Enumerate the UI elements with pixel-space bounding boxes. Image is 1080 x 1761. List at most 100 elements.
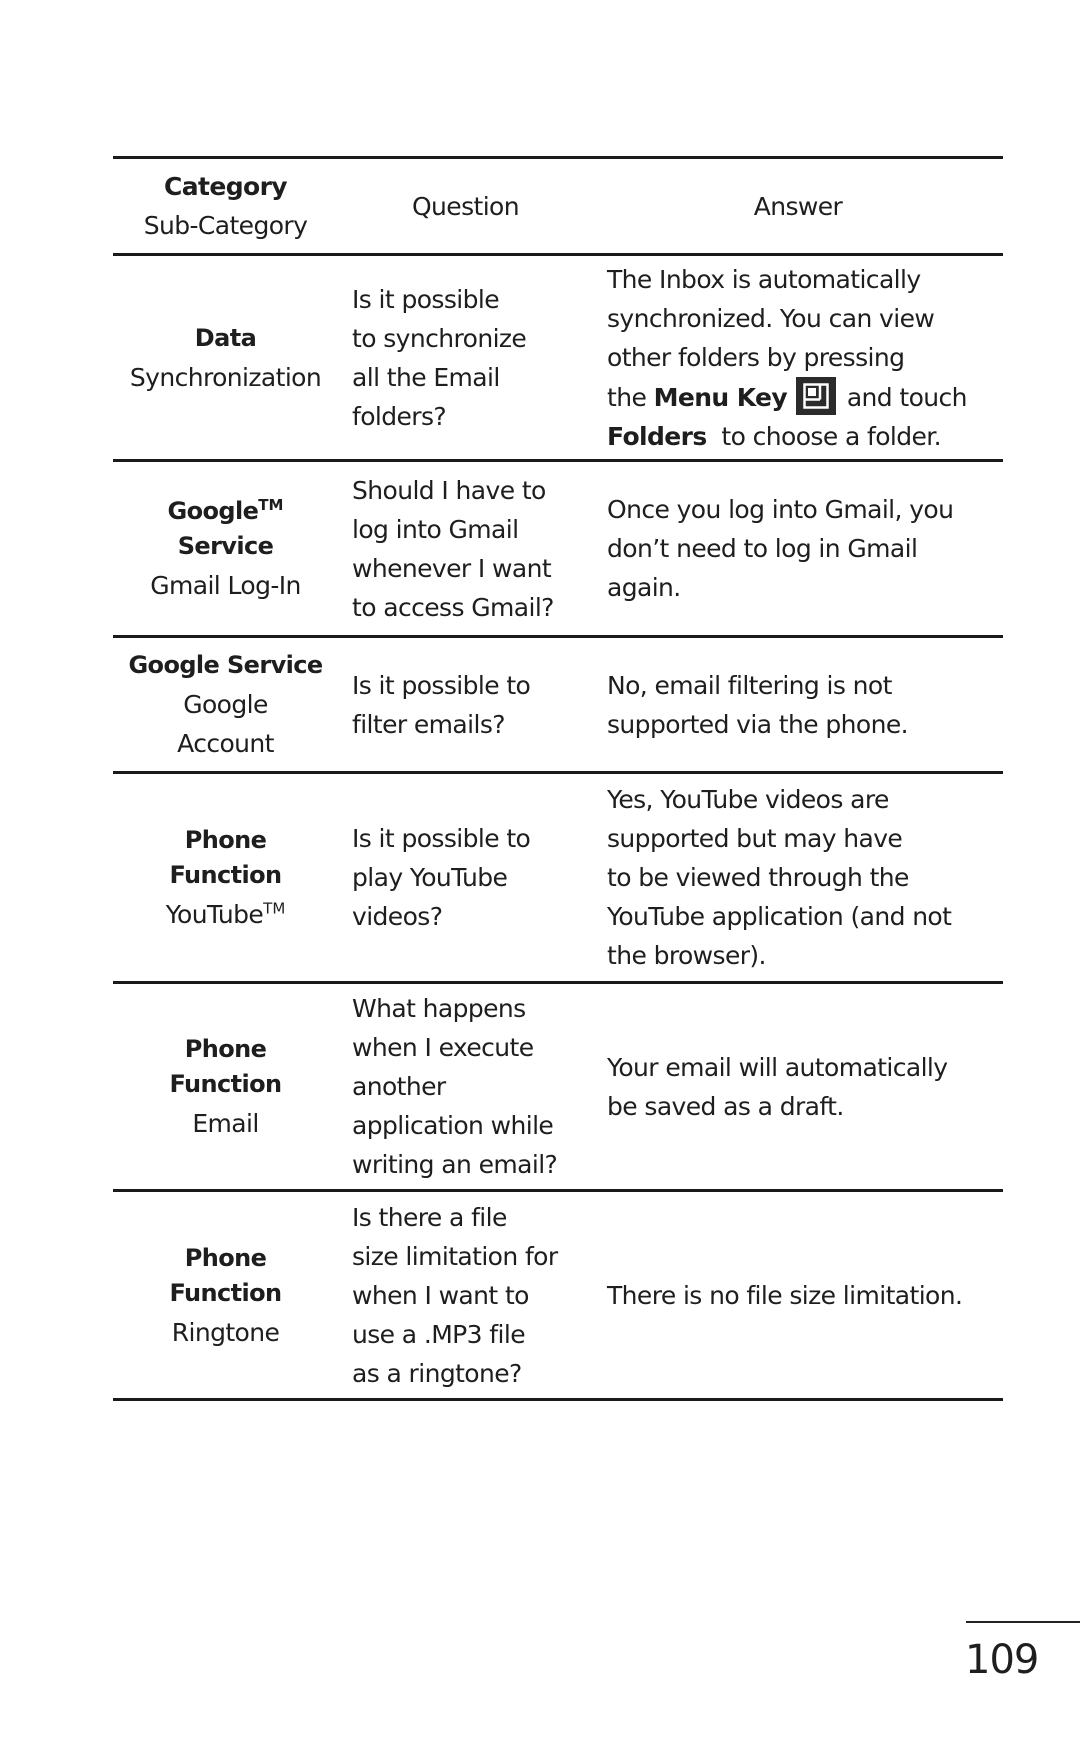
- answer-line: There is no file size limitation.: [607, 1280, 963, 1310]
- sub-category: YouTubeTM: [113, 895, 338, 934]
- question-line: Is it possible to: [352, 670, 531, 700]
- answer-line: don’t need to log in Gmail: [607, 534, 918, 563]
- header-question: Question: [411, 191, 520, 221]
- answer-line: Yes, YouTube videos are: [607, 785, 889, 814]
- question-line: as a ringtone?: [352, 1358, 522, 1388]
- category-cell: Phone Function Email: [113, 983, 338, 1191]
- question-line: use a .MP3 file: [352, 1319, 526, 1349]
- answer-line: No, email filtering is not: [607, 670, 892, 700]
- header-answer: Answer: [753, 191, 843, 221]
- question-line: writing an email?: [352, 1150, 558, 1179]
- question-line: Is it possible: [352, 284, 500, 314]
- answer-cell: Your email will automatically be saved a…: [593, 983, 1003, 1191]
- header-sub-category: Sub-Category: [143, 211, 308, 240]
- answer-text: the: [607, 382, 654, 412]
- header-category-cell: Category Sub-Category: [113, 158, 338, 255]
- answer-text: and touch: [839, 382, 968, 412]
- answer-line: Your email will automatically: [607, 1052, 948, 1082]
- table-row: Phone Function Email What happens when I…: [113, 983, 1003, 1191]
- category: Data: [194, 323, 257, 352]
- answer-line-folders: Folders to choose a folder.: [607, 417, 1003, 456]
- answer-line: other folders by pressing: [607, 342, 905, 372]
- question-cell: Should I have to log into Gmail whenever…: [338, 461, 593, 637]
- answer-line: YouTube application (and not: [607, 902, 952, 931]
- page-number: 109: [965, 1637, 1039, 1683]
- category-line2: Function: [169, 1278, 282, 1307]
- answer-line: synchronized. You can view: [607, 303, 935, 333]
- question-line: log into Gmail: [352, 514, 519, 544]
- category: Phone: [184, 1035, 267, 1063]
- sub-category-text: YouTube: [165, 900, 264, 929]
- answer-text: to choose a folder.: [706, 421, 942, 451]
- table-row: Phone Function Ringtone Is there a file …: [113, 1191, 1003, 1400]
- sub-category: Email: [192, 1109, 259, 1138]
- question-line: Should I have to: [352, 475, 546, 505]
- page-number-rule: [966, 1621, 1080, 1623]
- question-line: Is there a file: [352, 1202, 507, 1232]
- category-cell: GoogleTM Service Gmail Log-In: [113, 461, 338, 637]
- trademark-mark: TM: [263, 899, 286, 918]
- answer-cell: There is no file size limitation.: [593, 1191, 1003, 1400]
- question-line: size limitation for: [352, 1241, 558, 1271]
- answer-line: supported via the phone.: [607, 709, 909, 739]
- sub-category: Gmail Log-In: [150, 571, 301, 600]
- table-row: Google Service Google Account Is it poss…: [113, 637, 1003, 773]
- faq-table: Category Sub-Category Question Answer Da…: [113, 156, 1003, 1401]
- answer-line: the browser).: [607, 941, 767, 970]
- answer-line: The Inbox is automatically: [607, 264, 921, 294]
- category: Google Service: [128, 651, 323, 679]
- answer-line: be saved as a draft.: [607, 1091, 844, 1121]
- question-line: Is it possible to: [352, 824, 531, 853]
- question-line: to access Gmail?: [352, 592, 554, 622]
- sub-category: Account: [177, 729, 274, 758]
- question-cell: Is it possible to synchronize all the Em…: [338, 255, 593, 461]
- answer-line: to be viewed through the: [607, 863, 909, 892]
- question-line: all the Email: [352, 362, 500, 392]
- answer-line: supported but may have: [607, 824, 903, 853]
- question-line: to synchronize: [352, 323, 527, 353]
- answer-line: again.: [607, 573, 681, 602]
- answer-cell: Once you log into Gmail, you don’t need …: [593, 461, 1003, 637]
- category-cell: Data Synchronization: [113, 255, 338, 461]
- table-row: Phone Function YouTubeTM Is it possible …: [113, 773, 1003, 983]
- question-cell: Is it possible to play YouTube videos?: [338, 773, 593, 983]
- question-line: filter emails?: [352, 709, 506, 739]
- sub-category: Google: [183, 690, 268, 719]
- sub-category: Synchronization: [129, 362, 322, 392]
- category-line2: Function: [169, 861, 282, 889]
- menu-key-icon: [796, 376, 837, 415]
- question-line: folders?: [352, 401, 447, 431]
- question-cell: What happens when I execute another appl…: [338, 983, 593, 1191]
- category-line2: Function: [169, 1070, 282, 1098]
- question-line: What happens: [352, 994, 526, 1023]
- question-line: application while: [352, 1111, 554, 1140]
- answer-line: Once you log into Gmail, you: [607, 495, 954, 524]
- question-line: another: [352, 1072, 446, 1101]
- table-row: GoogleTM Service Gmail Log-In Should I h…: [113, 461, 1003, 637]
- answer-cell: The Inbox is automatically synchronized.…: [593, 255, 1003, 461]
- question-line: play YouTube: [352, 863, 508, 892]
- header-category: Category: [163, 172, 288, 201]
- table-row: Data Synchronization Is it possible to s…: [113, 255, 1003, 461]
- category-line2: Service: [177, 532, 274, 560]
- category: GoogleTM: [113, 492, 338, 531]
- trademark-mark: TM: [258, 496, 284, 514]
- question-cell: Is it possible to filter emails?: [338, 637, 593, 773]
- question-line: when I execute: [352, 1033, 534, 1062]
- category-cell: Phone Function YouTubeTM: [113, 773, 338, 983]
- sub-category: Ringtone: [171, 1317, 280, 1347]
- answer-cell: No, email filtering is not supported via…: [593, 637, 1003, 773]
- table-header-row: Category Sub-Category Question Answer: [113, 157, 1003, 255]
- folders-label: Folders: [607, 421, 707, 451]
- category: Phone: [184, 826, 267, 854]
- question-line: whenever I want: [352, 553, 552, 583]
- menu-key-label: Menu Key: [653, 382, 788, 412]
- category-text: Google: [167, 497, 259, 525]
- answer-cell: Yes, YouTube videos are supported but ma…: [593, 773, 1003, 983]
- category-cell: Google Service Google Account: [113, 637, 338, 773]
- category: Phone: [184, 1243, 267, 1272]
- question-line: videos?: [352, 902, 443, 931]
- answer-line-menu-key: the Menu Key and touch: [607, 376, 1003, 417]
- category-cell: Phone Function Ringtone: [113, 1191, 338, 1400]
- question-line: when I want to: [352, 1280, 529, 1310]
